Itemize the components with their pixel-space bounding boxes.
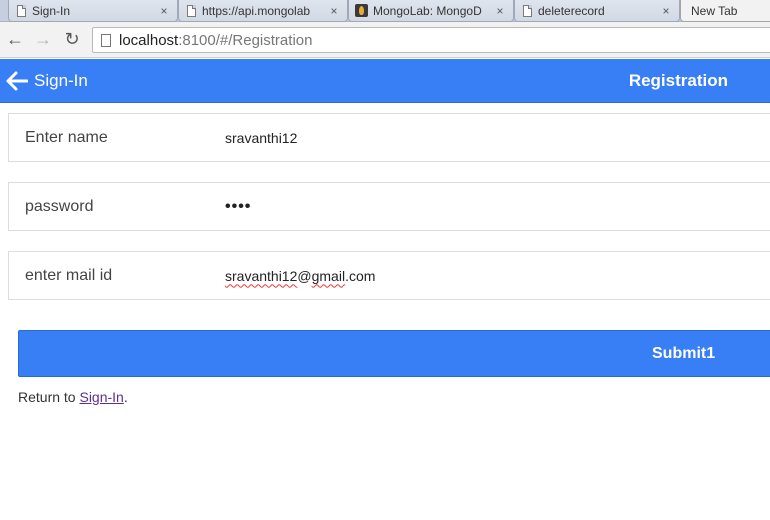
tab-close-icon[interactable]: × xyxy=(659,4,673,18)
tab-close-icon[interactable]: × xyxy=(327,4,341,18)
name-field[interactable]: Enter name sravanthi12 xyxy=(8,113,770,162)
url-text[interactable]: localhost:8100/#/Registration xyxy=(119,32,312,49)
email-field[interactable]: enter mail id sravanthi12@gmail.com xyxy=(8,251,770,300)
email-domain-text: gmail xyxy=(311,267,346,284)
app-header: Sign-In Registration xyxy=(0,59,770,103)
password-field[interactable]: password •••• xyxy=(8,182,770,231)
back-label: Sign-In xyxy=(34,71,88,90)
tab-mongolab[interactable]: MongoLab: MongoD × xyxy=(348,0,514,22)
submit-label: Submit1 xyxy=(652,345,716,362)
back-arrow-icon xyxy=(6,71,28,91)
return-to-signin-text: Return to Sign-In. xyxy=(18,389,128,405)
page-icon xyxy=(17,4,26,17)
tab-deleterecord[interactable]: deleterecord × xyxy=(514,0,680,22)
tab-close-icon[interactable]: × xyxy=(493,4,507,18)
page-info-icon[interactable] xyxy=(101,33,111,47)
sign-in-link[interactable]: Sign-In xyxy=(79,389,123,405)
name-label: Enter name xyxy=(25,128,108,146)
tab-title: MongoLab: MongoD xyxy=(373,3,482,18)
mongolab-icon xyxy=(355,4,368,17)
tab-close-icon[interactable]: × xyxy=(157,4,171,18)
email-user-text: sravanthi12 xyxy=(225,267,298,284)
tab-title: New Tab xyxy=(691,3,738,18)
password-label: password xyxy=(25,197,94,215)
url-host: localhost xyxy=(119,31,179,49)
back-arrow-icon[interactable]: ← xyxy=(4,28,26,50)
browser-toolbar: ← → ↻ localhost:8100/#/Registration xyxy=(0,22,770,58)
back-button[interactable]: Sign-In xyxy=(6,59,88,103)
tab-title: Sign-In xyxy=(32,3,71,18)
password-input[interactable]: •••• xyxy=(225,198,251,216)
name-input[interactable]: sravanthi12 xyxy=(225,130,297,146)
page-title: Registration xyxy=(628,71,728,90)
return-suffix: . xyxy=(123,389,128,405)
tab-new-tab[interactable]: New Tab xyxy=(680,0,770,22)
return-prefix: Return to xyxy=(18,389,80,405)
email-input[interactable]: sravanthi12@gmail.com xyxy=(225,268,375,284)
page-icon xyxy=(523,4,532,17)
page-icon xyxy=(187,4,196,17)
url-path: :8100/#/Registration xyxy=(178,31,313,49)
tab-mongolab-api[interactable]: https://api.mongolab × xyxy=(178,0,348,22)
tab-title: https://api.mongolab xyxy=(202,3,311,18)
submit-button[interactable]: Submit1 xyxy=(18,330,770,377)
email-label: enter mail id xyxy=(25,266,113,284)
email-at-text: @ xyxy=(297,267,312,284)
forward-arrow-icon[interactable]: → xyxy=(32,28,54,50)
tab-title: deleterecord xyxy=(538,3,605,18)
tab-sign-in[interactable]: Sign-In × xyxy=(8,0,178,22)
reload-icon[interactable]: ↻ xyxy=(61,28,83,50)
email-tld-text: .com xyxy=(345,267,376,284)
address-bar[interactable]: localhost:8100/#/Registration xyxy=(92,27,770,53)
browser-tab-strip: Sign-In × https://api.mongolab × MongoLa… xyxy=(0,0,770,22)
